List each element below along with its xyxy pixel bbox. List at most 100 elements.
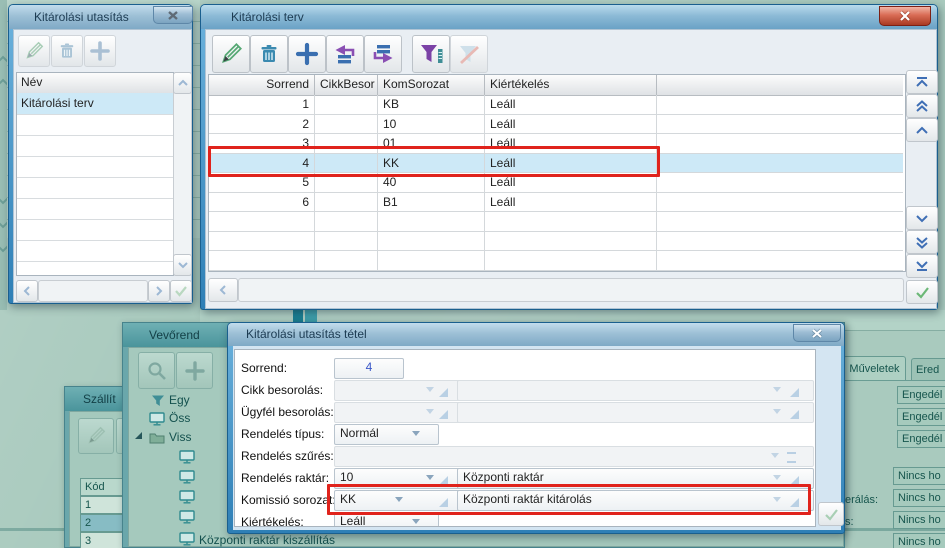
list-item[interactable]	[17, 156, 173, 178]
cell-sorrend[interactable]: 6	[209, 192, 315, 212]
close-button[interactable]	[879, 6, 931, 26]
list-item[interactable]: Kitárolási terv	[17, 93, 173, 115]
page-down-button[interactable]	[906, 230, 938, 254]
cell-empty[interactable]	[485, 231, 657, 251]
add-button[interactable]	[288, 35, 326, 73]
tree-item[interactable]: Viss	[169, 430, 191, 444]
tree-expander-icon[interactable]	[135, 432, 142, 439]
column-header[interactable]: Kiértékelés	[485, 75, 657, 95]
table-row[interactable]	[209, 212, 903, 232]
list-item[interactable]	[17, 198, 173, 220]
dropdown-arrow-icon[interactable]	[412, 431, 420, 436]
cell-empty[interactable]	[378, 212, 485, 232]
add-button[interactable]	[176, 352, 213, 389]
column-header[interactable]: CikkBesor	[315, 75, 378, 95]
table-row[interactable]	[209, 251, 903, 271]
list-item[interactable]	[17, 114, 173, 136]
tree-item[interactable]: Központi raktár kiszállítás	[199, 533, 335, 547]
goto-last-button[interactable]	[906, 254, 938, 278]
filter-button[interactable]	[412, 35, 450, 73]
row-down-button[interactable]	[906, 206, 938, 230]
column-header[interactable]: KomSorozat	[378, 75, 485, 95]
dropdown-arrow-icon[interactable]	[773, 475, 781, 480]
move-in-button[interactable]	[326, 35, 364, 73]
lookup-triangle-icon[interactable]	[439, 410, 448, 419]
move-out-button[interactable]	[364, 35, 402, 73]
cell-komsorozat[interactable]: 10	[378, 114, 485, 134]
dropdown-arrow-icon[interactable]	[773, 387, 781, 392]
cell-sorrend[interactable]: 1	[209, 95, 315, 115]
list-item[interactable]	[17, 219, 173, 241]
cell-cikkbesor[interactable]	[315, 192, 378, 212]
close-button[interactable]	[153, 6, 193, 24]
dropdown-arrow-icon[interactable]	[426, 409, 434, 414]
confirm-button[interactable]	[906, 280, 938, 304]
goto-first-button[interactable]	[906, 70, 938, 94]
dropdown-arrow-icon[interactable]	[412, 519, 420, 524]
tree-item[interactable]: Öss	[169, 411, 190, 425]
cell-kiertekeles[interactable]: Leáll	[485, 95, 657, 115]
close-button[interactable]	[793, 324, 841, 342]
cell-kiertekeles[interactable]: Leáll	[485, 114, 657, 134]
cell-empty[interactable]	[657, 115, 903, 134]
dropdown-arrow-icon[interactable]	[773, 409, 781, 414]
confirm-button[interactable]	[170, 280, 192, 302]
table-row[interactable]: 2 10 Leáll	[209, 114, 903, 134]
cell-sorrend[interactable]: 2	[209, 114, 315, 134]
dropdown-arrow-icon[interactable]	[426, 475, 434, 480]
row-up-button[interactable]	[906, 118, 938, 142]
rendeles-tipus-combo[interactable]: Normál	[334, 424, 439, 445]
scroll-up-button[interactable]	[173, 72, 192, 94]
column-header[interactable]	[657, 75, 903, 95]
cell-empty[interactable]	[657, 232, 903, 251]
column-header[interactable]: Sorrend	[209, 75, 315, 95]
ugyfel-besorolas-name-field[interactable]	[457, 402, 814, 423]
tab-muveletek[interactable]: Műveletek	[843, 356, 906, 381]
cell-empty[interactable]	[315, 231, 378, 251]
add-button[interactable]	[84, 35, 116, 67]
list-item[interactable]	[17, 240, 173, 262]
cell-empty[interactable]	[485, 212, 657, 232]
nincs-field[interactable]: Nincs ho	[893, 511, 945, 529]
horizontal-scrollbar[interactable]	[38, 280, 148, 302]
list-item[interactable]	[17, 177, 173, 199]
nincs-field[interactable]: Nincs ho	[893, 467, 945, 485]
clear-filter-button[interactable]	[450, 35, 488, 73]
table-header-row[interactable]: Sorrend CikkBesor KomSorozat Kiértékelés	[209, 75, 903, 96]
scroll-down-button[interactable]	[173, 254, 192, 276]
cell-kiertekeles[interactable]: Leáll	[485, 192, 657, 212]
edit-button[interactable]	[18, 35, 50, 67]
nincs-field[interactable]: Nincs ho	[893, 533, 945, 548]
dropdown-arrow-icon[interactable]	[771, 453, 779, 458]
lookup-triangle-icon[interactable]	[790, 410, 799, 419]
cell-empty[interactable]	[657, 134, 903, 154]
nincs-field[interactable]: Nincs ho	[893, 489, 945, 507]
cell-komsorozat[interactable]: KB	[378, 95, 485, 115]
list-item[interactable]	[17, 135, 173, 157]
engedel-button[interactable]: Engedél	[897, 386, 945, 404]
cell-empty[interactable]	[209, 212, 315, 232]
engedel-button[interactable]: Engedél	[897, 430, 945, 448]
cell-empty[interactable]	[657, 173, 903, 193]
cell-empty[interactable]	[378, 251, 485, 271]
cell-empty[interactable]	[657, 154, 903, 173]
cell-empty[interactable]	[315, 212, 378, 232]
vertical-scrollbar[interactable]	[173, 72, 192, 276]
cell-komsorozat[interactable]: B1	[378, 192, 485, 212]
lookup-triangle-icon[interactable]	[439, 388, 448, 397]
dropdown-arrow-icon[interactable]	[426, 387, 434, 392]
cell-empty[interactable]	[657, 193, 903, 212]
search-button[interactable]	[138, 352, 175, 389]
page-up-button[interactable]	[906, 94, 938, 118]
cell-empty[interactable]	[485, 251, 657, 271]
scroll-right-button[interactable]	[148, 280, 170, 302]
equals-icon[interactable]	[787, 452, 796, 463]
titlebar[interactable]	[201, 5, 937, 29]
cell-empty[interactable]	[657, 212, 903, 232]
cell-cikkbesor[interactable]	[315, 95, 378, 115]
cell-empty[interactable]	[657, 95, 903, 115]
list-item[interactable]	[17, 261, 173, 275]
cell-empty[interactable]	[209, 231, 315, 251]
cell-empty[interactable]	[657, 251, 903, 271]
confirm-button[interactable]	[818, 502, 844, 526]
